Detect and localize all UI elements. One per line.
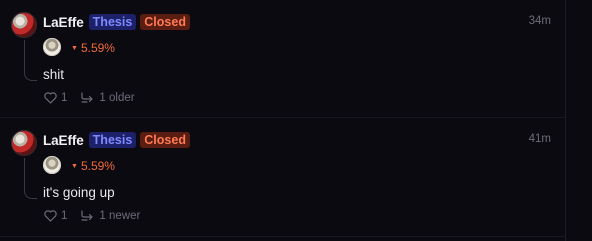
price-change-value: 5.59% [80,41,115,55]
post-timestamp: 34m [528,15,551,27]
caret-down-icon: ▼ [71,44,78,52]
user-avatar[interactable] [11,130,37,156]
post-body: it's going up [43,185,115,200]
post-body: shit [43,67,65,82]
caret-down-icon: ▼ [71,162,78,170]
price-change-value: 5.59% [80,159,115,173]
heart-icon [44,210,57,222]
username[interactable]: LaEffe [43,15,84,30]
closed-tag: Closed [140,14,190,30]
thread-link[interactable]: 1 newer [81,210,140,222]
thread-link[interactable]: 1 older [81,92,135,104]
user-avatar[interactable] [11,12,37,38]
thread-connector [24,158,37,199]
like-button[interactable]: 1 [44,210,67,222]
heart-icon [44,92,57,104]
app-frame: LaEffe Thesis Closed 34m ▼ 5.59% shit 1 [0,0,592,241]
thesis-tag: Thesis [88,14,137,30]
reply-thread-icon [81,210,95,222]
post-timestamp: 41m [528,133,551,145]
token-avatar[interactable] [43,38,61,56]
feed-panel: LaEffe Thesis Closed 34m ▼ 5.59% shit 1 [0,0,566,241]
price-change: ▼ 5.59% [71,159,115,173]
like-count: 1 [61,210,68,222]
post-card[interactable]: LaEffe Thesis Closed 41m ▼ 5.59% it's go… [0,118,565,236]
post-card[interactable]: LaEffe Thesis Closed 34m ▼ 5.59% shit 1 [0,0,565,118]
like-button[interactable]: 1 [44,92,67,104]
post-header: LaEffe Thesis Closed [43,131,190,149]
post-actions: 1 1 newer [44,210,140,222]
post-divider [0,236,565,237]
token-avatar[interactable] [43,156,61,174]
post-actions: 1 1 older [44,92,135,104]
price-change: ▼ 5.59% [71,41,115,55]
post-header: LaEffe Thesis Closed [43,13,190,31]
thesis-tag: Thesis [88,132,137,148]
thread-link-label: 1 newer [99,210,141,222]
thread-connector [24,40,37,81]
username[interactable]: LaEffe [43,133,84,148]
reply-thread-icon [81,92,95,104]
closed-tag: Closed [140,132,190,148]
like-count: 1 [61,92,68,104]
thread-link-label: 1 older [99,92,135,104]
